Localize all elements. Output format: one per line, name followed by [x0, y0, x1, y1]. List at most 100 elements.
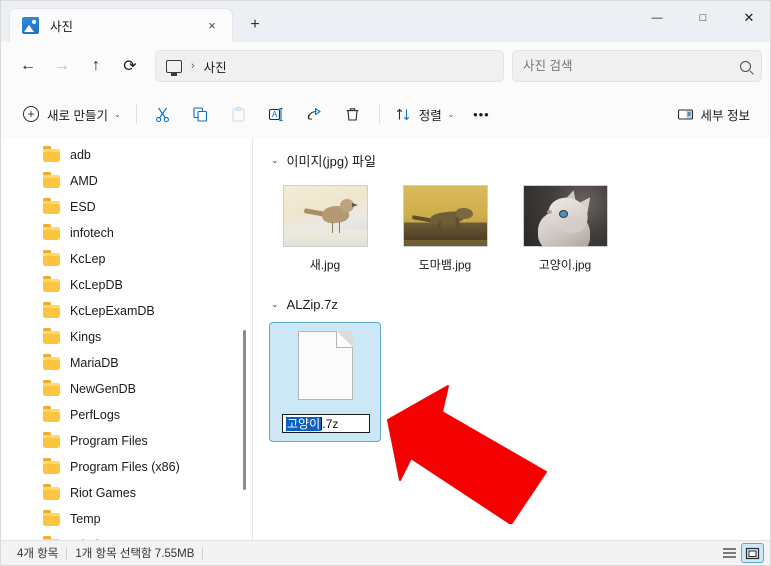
list-view-button[interactable] — [718, 543, 741, 563]
search-icon[interactable] — [740, 60, 751, 72]
folder-item-mariadb[interactable]: MariaDB — [1, 350, 252, 376]
folder-label: Program Files (x86) — [70, 460, 180, 474]
sort-button[interactable]: 정렬 ⌄ — [387, 98, 463, 130]
minimize-button[interactable]: — — [634, 1, 680, 34]
folder-label: KcLepExamDB — [70, 304, 155, 318]
folder-icon — [43, 223, 60, 240]
delete-button[interactable] — [334, 98, 372, 130]
see-more-button[interactable]: ••• — [462, 98, 500, 130]
photos-icon — [22, 17, 39, 34]
group-header-alzip[interactable]: ⌄ ALZip.7z — [269, 292, 770, 316]
maximize-button[interactable]: □ — [680, 1, 726, 34]
file-item-lizard[interactable]: 도마뱀.jpg — [389, 178, 501, 286]
toolbar-divider-2 — [378, 104, 380, 124]
folder-icon — [43, 197, 60, 214]
file-list-pane[interactable]: ⌄ 이미지(jpg) 파일 새.jpg 도마뱀.jpg 고양이.jpg ⌄ AL… — [253, 138, 770, 542]
copy-icon — [193, 106, 208, 122]
folder-item-kclepexamdb[interactable]: KcLepExamDB — [1, 298, 252, 324]
chevron-down-icon-group2[interactable]: ⌄ — [271, 299, 279, 310]
command-bar: + 새로 만들기 ⌄ A 정렬 ⌄ ••• 세부 정보 — [1, 90, 770, 138]
folder-label: KcLep — [70, 252, 106, 266]
folder-icon — [43, 145, 60, 162]
chevron-down-icon: ⌄ — [113, 109, 121, 119]
folder-tree: adb AMD ESD infotech KcLep KcLepDB KcLep… — [1, 138, 252, 542]
folder-item-esd[interactable]: ESD — [1, 194, 252, 220]
folder-label: PerfLogs — [70, 408, 121, 422]
new-tab-button[interactable]: + — [238, 10, 272, 40]
close-tab-icon[interactable]: × — [200, 14, 224, 38]
folder-item-amd[interactable]: AMD — [1, 168, 252, 194]
folder-item-temp[interactable]: Temp — [1, 506, 252, 532]
file-item-bird[interactable]: 새.jpg — [269, 178, 381, 286]
status-divider-2 — [202, 546, 204, 560]
folder-item-infotech[interactable]: infotech — [1, 220, 252, 246]
folder-item-kclepdb[interactable]: KcLepDB — [1, 272, 252, 298]
folder-item-perflogs[interactable]: PerfLogs — [1, 402, 252, 428]
search-box[interactable] — [512, 50, 762, 82]
folder-item-adb[interactable]: adb — [1, 142, 252, 168]
items-row-archives: 고양이 .7z — [269, 322, 770, 442]
folder-label: KcLepDB — [70, 278, 123, 292]
folder-icon — [43, 483, 60, 500]
cut-button[interactable] — [144, 98, 182, 130]
copy-button[interactable] — [182, 98, 220, 130]
details-pane-label: 세부 정보 — [700, 108, 750, 123]
details-pane-button[interactable]: 세부 정보 — [669, 98, 758, 130]
folder-label: MariaDB — [70, 356, 119, 370]
folder-icon — [43, 457, 60, 474]
file-item-cat[interactable]: 고양이.jpg — [509, 178, 621, 286]
refresh-icon[interactable]: ⟳ — [113, 49, 147, 83]
share-icon — [308, 107, 321, 120]
group-header-label: ALZip.7z — [286, 296, 338, 312]
rename-selected-text: 고양이 — [286, 416, 322, 431]
folder-icon — [43, 249, 60, 266]
folder-item-program-files-x86[interactable]: Program Files (x86) — [1, 454, 252, 480]
rename-textbox[interactable]: 고양이 .7z — [282, 414, 370, 433]
up-icon[interactable]: ↑ — [79, 49, 113, 83]
folder-item-riot-games[interactable]: Riot Games — [1, 480, 252, 506]
folder-item-kclep[interactable]: KcLep — [1, 246, 252, 272]
close-window-button[interactable]: ✕ — [726, 1, 770, 34]
folder-label: Temp — [70, 512, 101, 526]
tab-photos[interactable]: 사진 × — [9, 8, 233, 42]
folder-label: adb — [70, 148, 91, 162]
plus-icon: + — [23, 106, 39, 122]
cat-thumbnail — [522, 185, 608, 247]
window-controls: — □ ✕ — [634, 1, 770, 34]
breadcrumb-current[interactable]: 사진 — [204, 57, 227, 76]
rename-button[interactable]: A — [258, 98, 296, 130]
sort-icon — [396, 108, 409, 120]
back-icon[interactable]: ← — [11, 49, 45, 83]
file-item-archive-selected[interactable]: 고양이 .7z — [269, 322, 381, 442]
folder-icon — [43, 327, 60, 344]
group-header-images[interactable]: ⌄ 이미지(jpg) 파일 — [269, 148, 770, 172]
monitor-icon[interactable] — [166, 59, 182, 76]
chevron-down-icon-sort: ⌄ — [447, 109, 455, 119]
rename-extension: .7z — [322, 416, 339, 431]
address-bar: ← → ↑ ⟳ › 사진 — [1, 42, 770, 90]
folder-label: Kings — [70, 330, 102, 344]
search-input[interactable] — [523, 59, 740, 73]
trash-icon — [346, 107, 359, 121]
breadcrumb[interactable]: › 사진 — [155, 50, 504, 82]
folder-item-newgendb[interactable]: NewGenDB — [1, 376, 252, 402]
folder-item-kings[interactable]: Kings — [1, 324, 252, 350]
navigation-pane-scrollbar[interactable] — [243, 330, 246, 490]
folder-item-program-files[interactable]: Program Files — [1, 428, 252, 454]
thumbnail-wrap — [282, 184, 368, 248]
icons-view-button[interactable] — [741, 543, 764, 563]
folder-icon — [43, 509, 60, 526]
toolbar-divider — [135, 104, 137, 124]
share-button[interactable] — [296, 98, 334, 130]
chevron-down-icon-group1[interactable]: ⌄ — [271, 155, 279, 166]
tab-title: 사진 — [50, 20, 74, 34]
rename-icon: A — [269, 107, 283, 121]
folder-icon — [43, 431, 60, 448]
folder-icon — [43, 353, 60, 370]
folder-label: NewGenDB — [70, 382, 136, 396]
large-icons-view-icon — [745, 547, 760, 559]
new-button[interactable]: + 새로 만들기 ⌄ — [15, 98, 129, 130]
items-row-images: 새.jpg 도마뱀.jpg 고양이.jpg — [269, 178, 770, 286]
lizard-thumbnail — [402, 185, 488, 247]
folder-label: Riot Games — [70, 486, 136, 500]
